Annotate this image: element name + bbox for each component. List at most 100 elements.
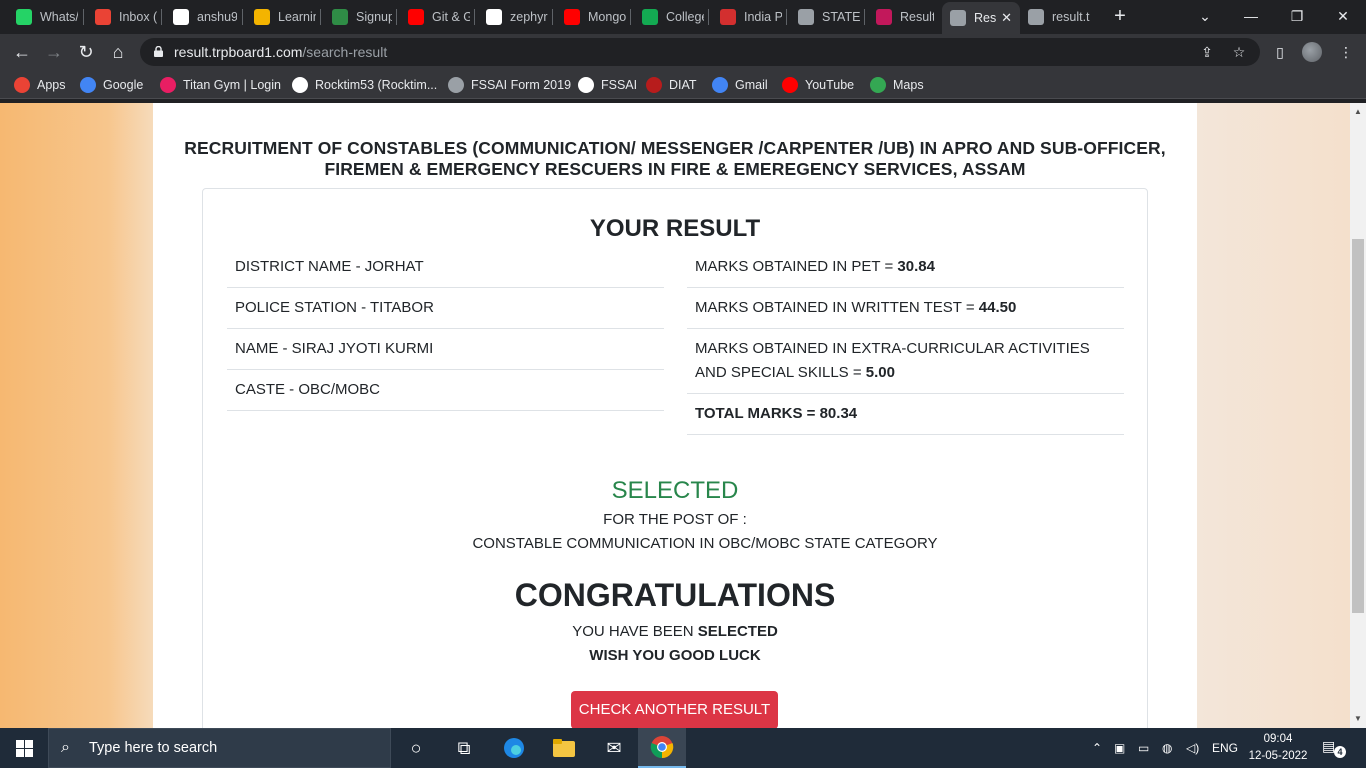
taskbar-search-box[interactable]: ⌕ Type here to search: [48, 728, 391, 768]
edge-icon[interactable]: [490, 728, 538, 768]
bookmark-label: DIAT: [669, 78, 697, 92]
bookmark-label: Apps: [37, 78, 66, 92]
written-marks-row: MARKS OBTAINED IN WRITTEN TEST = 44.50: [687, 288, 1124, 329]
bookmark-star-icon[interactable]: ☆: [1230, 43, 1248, 61]
language-indicator[interactable]: ENG: [1212, 740, 1238, 756]
bookmark-titan-gym-login[interactable]: Titan Gym | Login: [160, 75, 281, 95]
tab-title: result.t: [1052, 10, 1090, 24]
tab-separator: [474, 9, 475, 25]
fssai-icon: [578, 77, 594, 93]
browser-tab[interactable]: College: [634, 4, 704, 30]
bookmark-google[interactable]: Google: [80, 75, 143, 95]
notification-center-icon[interactable]: ▤ 4: [1322, 738, 1346, 758]
marks-details: MARKS OBTAINED IN PET = 30.84 MARKS OBTA…: [687, 247, 1124, 435]
bookmark-youtube[interactable]: YouTube: [782, 75, 854, 95]
youtube-icon: [782, 77, 798, 93]
task-view-icon[interactable]: ⧉: [440, 728, 488, 768]
browser-tab[interactable]: Whats/: [8, 4, 78, 30]
menu-kebab-icon[interactable]: ⋮: [1336, 42, 1356, 62]
show-hidden-icons-icon[interactable]: ⌃: [1092, 740, 1102, 756]
tab-strip: Whats/Inbox ( anshu9 Learnin Signup Git & G z…: [0, 0, 1366, 34]
volume-icon[interactable]: ◁): [1186, 740, 1199, 756]
bookmarks-bar: Apps Google Titan Gym | Login Rocktim53 (Ro…: [0, 70, 1366, 99]
windows-start-button[interactable]: [0, 728, 48, 768]
minimize-button[interactable]: —: [1228, 0, 1274, 32]
police-station-row: POLICE STATION - TITABOR: [227, 288, 664, 329]
bookmark-diat[interactable]: DIAT: [646, 75, 697, 95]
file-explorer-icon[interactable]: [540, 728, 588, 768]
bookmark-apps[interactable]: Apps: [14, 75, 66, 95]
result-card: YOUR RESULT DISTRICT NAME - JORHAT POLIC…: [202, 188, 1148, 728]
youtube-icon: [408, 9, 424, 25]
clock[interactable]: 09:04 12-05-2022: [1248, 731, 1308, 765]
browser-tab[interactable]: Mongo: [556, 4, 626, 30]
cortana-icon[interactable]: ○: [392, 728, 440, 768]
browser-tab[interactable]: Learnin: [246, 4, 316, 30]
browser-tab[interactable]: Signup: [324, 4, 392, 30]
github-icon: [486, 9, 502, 25]
tab-separator: [396, 9, 397, 25]
bookmark-label: FSSAI Form 2019: [471, 78, 572, 92]
result-title: YOUR RESULT: [589, 215, 761, 242]
close-window-button[interactable]: ✕: [1320, 0, 1366, 32]
scroll-up-arrow-icon[interactable]: ▲: [1350, 105, 1366, 119]
bookmark-label: Gmail: [735, 78, 768, 92]
maximize-button[interactable]: ❐: [1274, 0, 1320, 32]
total-marks-row: TOTAL MARKS = 80.34: [687, 394, 1124, 435]
tab-separator: [864, 9, 865, 25]
bookmark-fssai-form-2019[interactable]: FSSAI Form 2019: [448, 75, 571, 95]
district-row: DISTRICT NAME - JORHAT: [227, 247, 664, 288]
network-icon[interactable]: ◍: [1162, 740, 1172, 756]
clock-date: 12-05-2022: [1248, 750, 1308, 762]
reload-icon[interactable]: ↻: [72, 38, 100, 66]
apps-grid-icon: [14, 77, 30, 93]
tab-title: Mongo: [588, 10, 626, 24]
browser-tab[interactable]: STATE I: [790, 4, 860, 30]
close-tab-icon[interactable]: ✕: [1001, 10, 1012, 26]
side-panel-icon[interactable]: ▯: [1270, 42, 1290, 62]
browser-tab[interactable]: Inbox (: [87, 4, 157, 30]
bookmark-gmail[interactable]: Gmail: [712, 75, 768, 95]
meet-now-icon[interactable]: ▣: [1114, 740, 1125, 756]
address-bar[interactable]: result.trpboard1.com/search-result ⇪ ☆: [140, 38, 1260, 66]
windows-taskbar: ⌕ Type here to search ○ ⧉ ✉ ⌃ ▣ ▭ ◍ ◁) E…: [0, 728, 1366, 768]
browser-tab[interactable]: Result: [868, 4, 934, 30]
check-another-result-button[interactable]: CHECK ANOTHER RESULT: [571, 691, 778, 728]
name-row: NAME - SIRAJ JYOTI KURMI: [227, 329, 664, 370]
maps-icon: [870, 77, 886, 93]
battery-icon[interactable]: ▭: [1138, 740, 1149, 756]
github-icon: [292, 77, 308, 93]
browser-tab[interactable]: Res ✕: [942, 2, 1020, 34]
home-icon[interactable]: ⌂: [104, 38, 132, 66]
browser-tab[interactable]: anshu9: [165, 4, 237, 30]
mail-icon[interactable]: ✉: [590, 728, 638, 768]
browser-toolbar: ← → ↻ ⌂ result.trpboard1.com/search-resu…: [0, 34, 1366, 70]
back-icon[interactable]: ←: [8, 38, 36, 66]
scroll-down-arrow-icon[interactable]: ▼: [1350, 712, 1366, 726]
bookmark-maps[interactable]: Maps: [870, 75, 924, 95]
share-icon[interactable]: ⇪: [1198, 43, 1216, 61]
browser-tab[interactable]: Git & G: [400, 4, 470, 30]
page-scrollbar[interactable]: ▲ ▼: [1350, 103, 1366, 728]
chrome-taskbar-icon[interactable]: [638, 728, 686, 768]
google-icon: [712, 77, 728, 93]
new-tab-button[interactable]: +: [1108, 5, 1132, 29]
scroll-thumb[interactable]: [1352, 239, 1364, 613]
tab-separator: [242, 9, 243, 25]
profile-avatar[interactable]: [1302, 42, 1322, 62]
bookmark-rocktim53-rocktim[interactable]: Rocktim53 (Rocktim...: [292, 75, 437, 95]
congratulations-heading: CONGRATULATIONS: [514, 577, 836, 613]
clock-time: 09:04: [1263, 733, 1293, 745]
bookmark-fssai[interactable]: FSSAI: [578, 75, 637, 95]
browser-tab[interactable]: India P: [712, 4, 782, 30]
browser-tab[interactable]: zephyr: [478, 4, 548, 30]
github-icon: [173, 9, 189, 25]
selection-status: SELECTED: [611, 477, 739, 504]
pet-marks-row: MARKS OBTAINED IN PET = 30.84: [687, 247, 1124, 288]
tab-title: Signup: [356, 10, 392, 24]
extra-curricular-marks-row: MARKS OBTAINED IN EXTRA-CURRICULAR ACTIV…: [687, 329, 1124, 394]
tab-search-icon[interactable]: ⌄: [1182, 0, 1228, 32]
browser-tab[interactable]: result.t: [1020, 4, 1098, 30]
forward-icon[interactable]: →: [40, 38, 68, 66]
edge-logo: [504, 738, 524, 758]
